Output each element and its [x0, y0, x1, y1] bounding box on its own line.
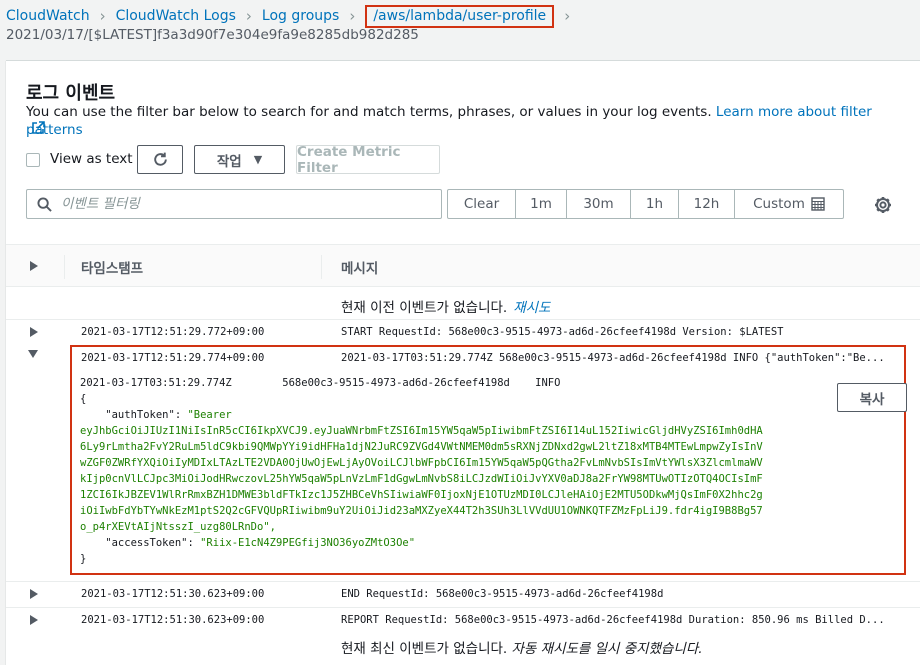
range-30m-button[interactable]: 30m: [567, 190, 631, 218]
range-custom-button[interactable]: Custom: [735, 190, 843, 218]
description-text: You can use the filter bar below to sear…: [26, 104, 712, 120]
log-message: REPORT RequestId: 568e00c3-9515-4973-ad6…: [341, 614, 885, 626]
auth-token-value-line: o_p4rXEVtAIjNtsszI_uzg80LRnDo",: [80, 521, 276, 533]
range-1h-button[interactable]: 1h: [631, 190, 679, 218]
retry-link[interactable]: 재시도: [513, 300, 550, 316]
auth-token-key: "authToken":: [80, 409, 188, 421]
refresh-button[interactable]: [137, 145, 183, 174]
gear-icon[interactable]: [874, 196, 892, 214]
chevron-right-icon: ›: [99, 6, 106, 25]
filter-search-box[interactable]: [26, 189, 442, 219]
log-timestamp: 2021-03-17T12:51:30.623+09:00: [81, 614, 265, 626]
detail-close-brace: }: [80, 553, 87, 565]
column-divider: [64, 255, 65, 279]
column-divider: [321, 255, 322, 279]
expand-all-icon[interactable]: [30, 261, 38, 271]
panel-title: 로그 이벤트: [26, 83, 116, 104]
log-timestamp: 2021-03-17T12:51:29.772+09:00: [81, 326, 265, 338]
log-message: 2021-03-17T03:51:29.774Z 568e00c3-9515-4…: [341, 352, 885, 364]
filter-events-input[interactable]: [61, 190, 436, 218]
create-metric-filter-button[interactable]: Create Metric Filter: [296, 144, 440, 176]
log-message: END RequestId: 568e00c3-9515-4973-ad6d-2…: [341, 588, 664, 600]
log-timestamp: 2021-03-17T12:51:29.774+09:00: [81, 352, 265, 364]
expand-row-icon[interactable]: [30, 589, 38, 599]
range-custom-label: Custom: [753, 196, 805, 212]
no-newer-events-message: 현재 최신 이벤트가 없습니다.: [341, 641, 508, 657]
time-range-selector: Clear 1m 30m 1h 12h Custom: [447, 189, 844, 219]
auth-token-value-line: wZGF0ZWRfYXQiOiIyMDIxLTAzLTE2VDA0OjUwOjE…: [80, 457, 763, 469]
log-message: START RequestId: 568e00c3-9515-4973-ad6d…: [341, 326, 784, 338]
range-clear-button[interactable]: Clear: [448, 190, 516, 218]
caret-down-icon: ▼: [253, 153, 263, 166]
auth-token-value-line: 1ZCI6IkJBZEV1WlRrRmxBZH1DMWE3bldFTkIzc1J…: [80, 489, 763, 501]
log-table-header: 타임스탬프 메시지: [6, 244, 920, 287]
calendar-icon: [811, 197, 825, 211]
expanded-log-event: 2021-03-17T12:51:29.774+09:00 2021-03-17…: [70, 345, 907, 575]
log-event-row[interactable]: 2021-03-17T12:51:30.623+09:00 REPORT Req…: [6, 607, 920, 632]
log-event-row[interactable]: 2021-03-17T12:51:29.772+09:00 START Requ…: [6, 319, 920, 344]
detail-header: 2021-03-17T03:51:29.774Z 568e00c3-9515-4…: [80, 377, 561, 389]
chevron-right-icon: ›: [564, 6, 571, 25]
log-stream-name: 2021/03/17/[$LATEST]f3a3d90f7e304e9fa9e8…: [6, 27, 419, 43]
expand-row-icon[interactable]: [30, 327, 38, 337]
chevron-right-icon: ›: [245, 6, 252, 25]
no-older-events-row: 현재 이전 이벤트가 없습니다. 재시도: [6, 290, 920, 320]
message-column-header[interactable]: 메시지: [341, 257, 378, 277]
no-newer-events-row: 현재 최신 이벤트가 없습니다. 자동 재시도를 일시 중지했습니다.: [6, 631, 920, 661]
breadcrumb-log-groups[interactable]: Log groups: [262, 8, 339, 24]
auth-token-value-line: eyJhbGciOiJIUzI1NiIsInR5cCI6IkpXVCJ9.eyJ…: [80, 425, 763, 437]
breadcrumb-current-log-group[interactable]: /aws/lambda/user-profile: [365, 4, 555, 28]
view-as-text-checkbox[interactable]: [26, 153, 40, 167]
copy-button[interactable]: 복사: [837, 383, 907, 412]
breadcrumb-cloudwatch-logs[interactable]: CloudWatch Logs: [116, 8, 236, 24]
actions-button[interactable]: 작업 ▼: [194, 145, 285, 174]
auth-token-value-line: "Bearer: [187, 409, 232, 421]
log-events-panel: 로그 이벤트 You can use the filter bar below …: [6, 60, 920, 665]
range-12h-button[interactable]: 12h: [679, 190, 735, 218]
timestamp-column-header[interactable]: 타임스탬프: [81, 257, 143, 277]
no-newer-events-text: 현재 최신 이벤트가 없습니다. 자동 재시도를 일시 중지했습니다.: [341, 637, 703, 657]
auto-retry-paused-message: 자동 재시도를 일시 중지했습니다.: [511, 641, 703, 657]
auth-token-value-line: kIjp0cnVlLCJpc3MiOiJodHRwczovL25hYW5qaW5…: [80, 473, 763, 485]
log-event-detail: 2021-03-17T03:51:29.774Z 568e00c3-9515-4…: [80, 375, 830, 567]
search-icon: [37, 197, 52, 212]
range-1m-button[interactable]: 1m: [516, 190, 567, 218]
actions-label: 작업: [216, 153, 242, 170]
detail-open-brace: {: [80, 393, 87, 405]
view-as-text-label: View as text: [50, 151, 133, 167]
chevron-right-icon: ›: [349, 6, 356, 25]
breadcrumb-cloudwatch[interactable]: CloudWatch: [6, 8, 90, 24]
no-older-events-message: 현재 이전 이벤트가 없습니다.: [341, 300, 508, 316]
breadcrumb: CloudWatch › CloudWatch Logs › Log group…: [6, 4, 580, 28]
external-link-icon[interactable]: [31, 121, 45, 135]
panel-description: You can use the filter bar below to sear…: [26, 103, 896, 139]
expand-row-icon[interactable]: [30, 615, 38, 625]
log-event-row[interactable]: 2021-03-17T12:51:30.623+09:00 END Reques…: [6, 581, 920, 606]
auth-token-value-line: 6Ly9rLmtha2FvY2RuLm5ldC9kbi9QMWpYYi9idHF…: [80, 441, 763, 453]
collapse-row-icon[interactable]: [28, 350, 38, 358]
auth-token-value-line: iOiIwbFdYbTYwNkEzM1ptS2Q2cGFVQUpRIiwibm9…: [80, 505, 763, 517]
access-token-key: "accessToken":: [80, 537, 201, 549]
refresh-icon: [153, 152, 167, 166]
no-older-events-text: 현재 이전 이벤트가 없습니다. 재시도: [341, 296, 550, 316]
log-timestamp: 2021-03-17T12:51:30.623+09:00: [81, 588, 265, 600]
access-token-value: "Riix-E1cN4Z9PEGfij3NO36yoZMtO3Oe": [200, 537, 416, 549]
